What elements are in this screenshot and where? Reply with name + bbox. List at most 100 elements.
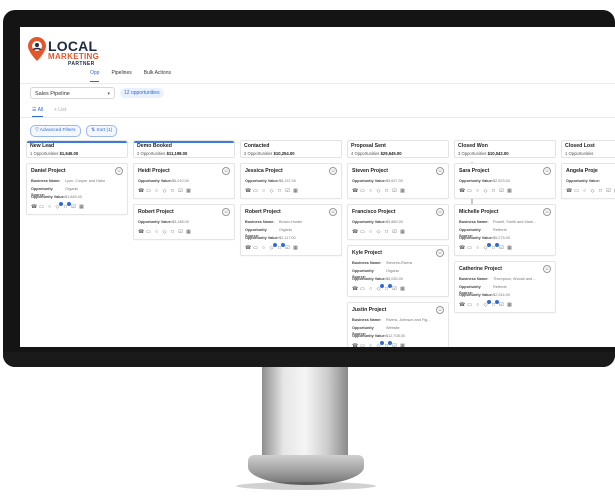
chat-icon[interactable]: ○ [475, 246, 480, 251]
message-icon[interactable]: ▭ [253, 246, 258, 251]
opportunity-card[interactable]: Kyle Project ☺ Business Name: Stevens-River… [347, 245, 449, 297]
message-icon[interactable]: ▭ [146, 230, 151, 235]
tag-icon[interactable]: ◇ [376, 284, 384, 292]
calendar-icon[interactable]: ▦ [186, 189, 191, 194]
assign-user-icon[interactable]: ☺ [329, 167, 337, 175]
message-icon[interactable]: ▭ [574, 189, 579, 194]
tag-icon[interactable]: ◇ [376, 230, 381, 235]
column-header[interactable]: Closed Won 3 Opportunities $10,042.00 [454, 140, 556, 158]
tag-icon[interactable]: ◇ [55, 202, 63, 210]
chat-icon[interactable]: ○ [154, 189, 159, 194]
chat-icon[interactable]: ○ [368, 189, 373, 194]
opportunity-title[interactable]: Steven Project [352, 167, 444, 176]
view-tab-all[interactable]: ☰ All [32, 107, 44, 117]
opportunity-title[interactable]: Heidi Project [138, 167, 230, 176]
opportunity-card[interactable]: Francisco Project ☺ Opportunity Value: $5,8… [347, 204, 449, 240]
assign-user-icon[interactable]: ☺ [436, 306, 444, 314]
phone-icon[interactable]: ☎ [245, 246, 251, 251]
note-icon[interactable]: □ [598, 189, 603, 194]
tag-icon[interactable]: ◇ [269, 189, 274, 194]
assign-user-icon[interactable]: ☺ [329, 208, 337, 216]
assign-user-icon[interactable]: ☺ [436, 167, 444, 175]
calendar-icon[interactable]: ▦ [400, 230, 405, 235]
opportunity-title[interactable]: Justin Project [352, 306, 444, 315]
chat-icon[interactable]: ○ [368, 287, 373, 292]
opportunity-card[interactable]: Daniel Project ☺ Business Name: Lyon, Coope… [26, 163, 128, 215]
phone-icon[interactable]: ☎ [459, 303, 465, 308]
opportunity-card[interactable]: Robert Project ☺ Business Name: Brown-Hunte… [240, 204, 342, 256]
calendar-icon[interactable]: ▦ [79, 205, 84, 210]
phone-icon[interactable]: ☎ [459, 246, 465, 251]
column-header[interactable]: Demo Booked 2 Opportunities $11,198.00 [133, 140, 235, 158]
phone-icon[interactable]: ☎ [138, 230, 144, 235]
chat-icon[interactable]: ○ [261, 246, 266, 251]
phone-icon[interactable]: ☎ [352, 189, 358, 194]
column-header[interactable]: Proposal Sent 4 Opportunities $29,645.00 [347, 140, 449, 158]
calendar-icon[interactable]: ▦ [507, 303, 512, 308]
phone-icon[interactable]: ☎ [245, 189, 251, 194]
chat-icon[interactable]: ○ [154, 230, 159, 235]
column-header[interactable]: New Lead 1 Opportunities $1,645.00 [26, 140, 128, 158]
task-icon[interactable]: ☑ [499, 303, 504, 308]
brand-logo[interactable]: LOCAL MARKETING PARTNER [28, 35, 108, 69]
phone-icon[interactable]: ☎ [138, 189, 144, 194]
tag-icon[interactable]: ◇ [483, 243, 491, 251]
assign-user-icon[interactable]: ☺ [436, 208, 444, 216]
tag-icon[interactable]: ◇ [162, 189, 167, 194]
opportunity-title[interactable]: Catherine Project [459, 265, 551, 274]
message-icon[interactable]: ▭ [146, 189, 151, 194]
note-icon[interactable]: □ [170, 189, 175, 194]
opportunity-title[interactable]: Robert Project [245, 208, 337, 217]
opportunity-title[interactable]: Jessica Project [245, 167, 337, 176]
opportunity-card[interactable]: Sara Project ☺ Opportunity Value: $2,523.00… [454, 163, 556, 199]
message-icon[interactable]: ▭ [360, 189, 365, 194]
tag-icon[interactable]: ◇ [269, 243, 277, 251]
chat-icon[interactable]: ○ [261, 189, 266, 194]
task-icon[interactable]: ☑ [285, 189, 290, 194]
note-icon[interactable]: □ [384, 230, 389, 235]
note-icon[interactable]: □ [491, 243, 499, 251]
calendar-icon[interactable]: ▦ [293, 246, 298, 251]
tag-icon[interactable]: ◇ [162, 230, 167, 235]
note-icon[interactable]: □ [384, 341, 392, 347]
sort-button[interactable]: ⇅ Sort (1) [86, 125, 118, 137]
note-icon[interactable]: □ [491, 300, 499, 308]
note-icon[interactable]: □ [384, 284, 392, 292]
column-header[interactable]: Closed Lost 1 Opportunities [561, 140, 615, 158]
message-icon[interactable]: ▭ [467, 246, 472, 251]
opportunity-title[interactable]: Daniel Project [31, 167, 123, 176]
calendar-icon[interactable]: ▦ [400, 189, 405, 194]
calendar-icon[interactable]: ▦ [400, 344, 405, 348]
opportunity-title[interactable]: Francisco Project [352, 208, 444, 217]
chat-icon[interactable]: ○ [475, 189, 480, 194]
advanced-filters-button[interactable]: ▽ Advanced Filters [30, 125, 81, 137]
tag-icon[interactable]: ◇ [590, 189, 595, 194]
note-icon[interactable]: □ [63, 202, 71, 210]
phone-icon[interactable]: ☎ [352, 287, 358, 292]
phone-icon[interactable]: ☎ [459, 189, 465, 194]
assign-user-icon[interactable]: ☺ [115, 167, 123, 175]
opportunity-title[interactable]: Kyle Project [352, 249, 444, 258]
task-icon[interactable]: ☑ [392, 189, 397, 194]
task-icon[interactable]: ☑ [499, 246, 504, 251]
chat-icon[interactable]: ○ [475, 303, 480, 308]
message-icon[interactable]: ▭ [360, 344, 365, 348]
tag-icon[interactable]: ◇ [376, 189, 381, 194]
task-icon[interactable]: ☑ [285, 246, 290, 251]
chat-icon[interactable]: ○ [47, 205, 52, 210]
opportunity-card[interactable]: Catherine Project ☺ Business Name: Thompson… [454, 261, 556, 313]
opportunity-card[interactable]: Heidi Project ☺ Opportunity Value: $6,010.0… [133, 163, 235, 199]
phone-icon[interactable]: ☎ [566, 189, 572, 194]
message-icon[interactable]: ▭ [253, 189, 258, 194]
tag-icon[interactable]: ◇ [376, 341, 384, 347]
calendar-icon[interactable]: ▦ [507, 246, 512, 251]
assign-user-icon[interactable]: ☺ [436, 249, 444, 257]
message-icon[interactable]: ▭ [467, 189, 472, 194]
task-icon[interactable]: ☑ [178, 189, 183, 194]
phone-icon[interactable]: ☎ [31, 205, 37, 210]
message-icon[interactable]: ▭ [360, 287, 365, 292]
column-header[interactable]: Contacted 2 Opportunities $10,254.00 [240, 140, 342, 158]
assign-user-icon[interactable]: ☺ [222, 208, 230, 216]
chat-icon[interactable]: ○ [368, 230, 373, 235]
task-icon[interactable]: ☑ [499, 189, 504, 194]
